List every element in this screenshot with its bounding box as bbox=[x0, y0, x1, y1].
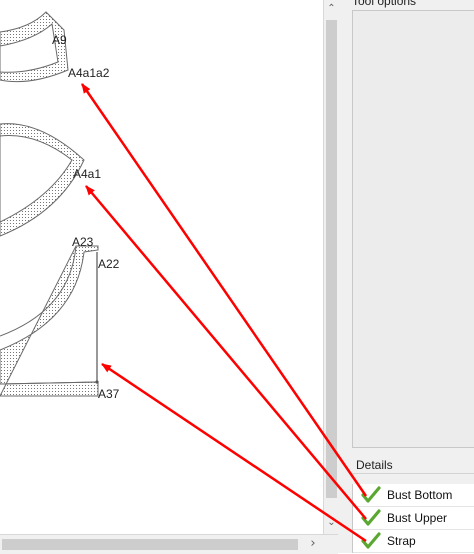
point-label-a9: A9 bbox=[52, 33, 67, 47]
vertical-scrollbar[interactable]: ⌃ ⌄ bbox=[323, 0, 339, 534]
strap-piece[interactable] bbox=[0, 245, 99, 397]
point-label-a4a1a2: A4a1a2 bbox=[68, 66, 110, 80]
horizontal-scroll-thumb[interactable] bbox=[2, 539, 298, 550]
checkmark-icon[interactable] bbox=[361, 532, 381, 550]
pattern-drawing: A9 A4a1a2 A4a1 A23 A22 A37 bbox=[0, 11, 120, 401]
right-panel: Tool options Details Bust Bottom Bust Up… bbox=[338, 0, 474, 553]
detail-item-bust-upper[interactable]: Bust Upper bbox=[353, 507, 474, 530]
point-marker bbox=[95, 380, 99, 384]
tool-options-panel bbox=[352, 10, 474, 448]
drawing-canvas[interactable]: A9 A4a1a2 A4a1 A23 A22 A37 bbox=[0, 0, 323, 534]
details-list: Bust Bottom Bust Upper Strap bbox=[352, 484, 474, 553]
checkmark-icon[interactable] bbox=[361, 486, 381, 504]
detail-item-label: Bust Bottom bbox=[387, 488, 453, 502]
point-label-a23: A23 bbox=[72, 235, 94, 249]
point-label-a4a1: A4a1 bbox=[73, 167, 101, 181]
point-label-a37: A37 bbox=[98, 387, 120, 401]
checkmark-icon[interactable] bbox=[361, 509, 381, 527]
detail-item-label: Strap bbox=[387, 534, 416, 548]
detail-item-bust-bottom[interactable]: Bust Bottom bbox=[353, 484, 474, 507]
point-label-a22: A22 bbox=[98, 257, 120, 271]
details-title: Details bbox=[352, 456, 474, 474]
scroll-right-arrow-icon[interactable]: › bbox=[306, 537, 320, 551]
detail-item-label: Bust Upper bbox=[387, 511, 448, 525]
horizontal-scrollbar[interactable]: › bbox=[0, 534, 338, 554]
tool-options-title: Tool options bbox=[352, 0, 474, 10]
scroll-up-arrow-icon[interactable]: ⌃ bbox=[325, 2, 338, 16]
detail-item-strap[interactable]: Strap bbox=[353, 530, 474, 553]
scroll-down-arrow-icon[interactable]: ⌄ bbox=[325, 516, 338, 530]
vertical-scroll-thumb[interactable] bbox=[326, 20, 337, 498]
